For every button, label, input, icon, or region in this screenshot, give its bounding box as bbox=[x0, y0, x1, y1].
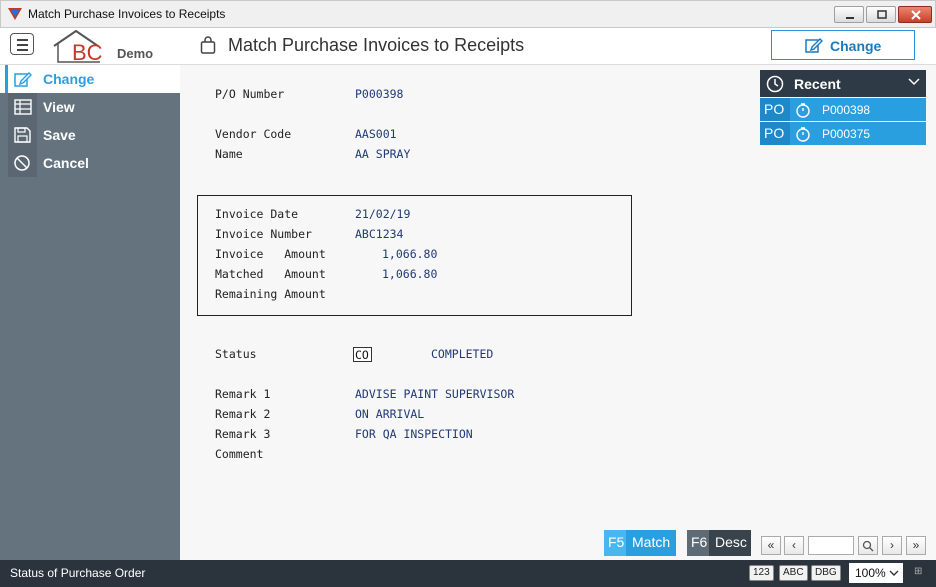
save-icon bbox=[14, 127, 31, 143]
window-titlebar: Match Purchase Invoices to Receipts bbox=[0, 0, 936, 28]
sidebar-item-label: Cancel bbox=[43, 155, 89, 171]
previous-record-button[interactable]: ‹ bbox=[784, 536, 804, 555]
sidebar-item-cancel[interactable]: Cancel bbox=[0, 149, 180, 177]
invoice-date-value[interactable]: 21/02/19 bbox=[355, 207, 410, 221]
invoice-number-value[interactable]: ABC1234 bbox=[355, 227, 403, 241]
matched-amount-label: Matched Amount bbox=[215, 267, 326, 281]
sidebar-item-save[interactable]: Save bbox=[0, 121, 180, 149]
recent-item[interactable]: PO P000398 bbox=[760, 98, 926, 121]
fkey-code: F6 bbox=[687, 530, 709, 556]
vendor-code-value[interactable]: AAS001 bbox=[355, 127, 397, 141]
change-button-label: Change bbox=[830, 38, 882, 54]
name-label: Name bbox=[215, 147, 243, 161]
double-chevron-right-icon: » bbox=[912, 538, 920, 552]
timer-icon bbox=[796, 127, 810, 142]
last-record-button[interactable]: » bbox=[906, 536, 926, 555]
minimize-icon bbox=[846, 17, 854, 19]
edit-icon bbox=[14, 72, 32, 87]
chevron-down-icon bbox=[908, 78, 920, 86]
fkey-label: Match bbox=[632, 534, 671, 550]
window-title: Match Purchase Invoices to Receipts bbox=[28, 7, 226, 21]
chevron-down-icon bbox=[889, 570, 899, 576]
house-logo-icon: BC bbox=[53, 29, 103, 65]
comment-label: Comment bbox=[215, 447, 264, 461]
change-button[interactable]: Change bbox=[771, 30, 915, 60]
f5-match-button[interactable]: F5 Match bbox=[604, 530, 676, 556]
clock-icon bbox=[766, 75, 784, 93]
timer-icon bbox=[796, 103, 810, 118]
remark2-label: Remark 2 bbox=[215, 407, 271, 421]
remark1-label: Remark 1 bbox=[215, 387, 271, 401]
invoice-date-label: Invoice Date bbox=[215, 207, 299, 221]
status-text: COMPLETED bbox=[431, 347, 494, 361]
recent-item-type: PO bbox=[760, 98, 790, 121]
remark2-value[interactable]: ON ARRIVAL bbox=[355, 407, 424, 421]
remark3-value[interactable]: FOR QA INSPECTION bbox=[355, 427, 473, 441]
next-record-button[interactable]: › bbox=[882, 536, 902, 555]
search-button[interactable] bbox=[858, 536, 878, 555]
edit-icon bbox=[805, 38, 823, 53]
zoom-value: 100% bbox=[855, 566, 886, 580]
cancel-icon bbox=[14, 155, 30, 171]
page-title: Match Purchase Invoices to Receipts bbox=[228, 35, 525, 55]
vendor-code-label: Vendor Code bbox=[215, 127, 292, 141]
recent-item-type: PO bbox=[760, 122, 790, 145]
f6-desc-button[interactable]: F6 Desc bbox=[687, 530, 751, 556]
sidebar-item-label: Change bbox=[43, 71, 95, 87]
logo-text: BC bbox=[72, 40, 103, 64]
minimize-button[interactable] bbox=[834, 6, 864, 23]
maximize-button[interactable] bbox=[866, 6, 896, 23]
recent-header[interactable]: Recent bbox=[760, 70, 926, 97]
double-chevron-left-icon: « bbox=[767, 538, 775, 552]
app-header: BC Demo Match Purchase Invoices to Recei… bbox=[0, 28, 936, 65]
alpha-mode-badge[interactable]: ABC bbox=[779, 565, 808, 581]
chevron-right-icon: › bbox=[890, 538, 894, 552]
search-icon bbox=[862, 540, 874, 552]
hamburger-menu-button[interactable] bbox=[10, 33, 34, 55]
invoice-number-label: Invoice Number bbox=[215, 227, 312, 241]
app-icon bbox=[8, 8, 22, 20]
status-bar: Status of Purchase Order 123 ABC DBG 100… bbox=[0, 560, 936, 587]
remaining-amount-label: Remaining Amount bbox=[215, 287, 326, 301]
sidebar: Change View Save Cancel bbox=[0, 65, 180, 560]
invoice-amount-value[interactable]: 1,066.80 bbox=[382, 247, 437, 261]
first-record-button[interactable]: « bbox=[761, 536, 781, 555]
remark3-label: Remark 3 bbox=[215, 427, 271, 441]
shopping-bag-icon bbox=[200, 36, 216, 54]
maximize-icon bbox=[877, 10, 887, 19]
sidebar-item-view[interactable]: View bbox=[0, 93, 180, 121]
status-label: Status bbox=[215, 347, 257, 361]
recent-panel: Recent PO P000398 PO P000375 bbox=[760, 70, 926, 145]
chevron-left-icon: ‹ bbox=[792, 538, 796, 552]
logo-suffix: Demo bbox=[117, 46, 154, 61]
recent-item[interactable]: PO P000375 bbox=[760, 122, 926, 145]
po-number-label: P/O Number bbox=[215, 87, 285, 101]
invoice-amount-label: Invoice Amount bbox=[215, 247, 326, 261]
sidebar-item-change[interactable]: Change bbox=[0, 65, 180, 93]
remark1-value[interactable]: ADVISE PAINT SUPERVISOR bbox=[355, 387, 514, 401]
table-icon bbox=[14, 99, 32, 115]
matched-amount-value[interactable]: 1,066.80 bbox=[382, 267, 437, 281]
resize-grip-icon[interactable]: ⊞ bbox=[914, 566, 922, 577]
fkey-code: F5 bbox=[604, 530, 626, 556]
recent-item-number: P000375 bbox=[822, 127, 871, 141]
name-value[interactable]: AA SPRAY bbox=[355, 147, 410, 161]
zoom-select[interactable]: 100% bbox=[849, 563, 903, 583]
fkey-label: Desc bbox=[715, 534, 747, 550]
sidebar-item-label: View bbox=[43, 99, 75, 115]
status-message: Status of Purchase Order bbox=[10, 566, 146, 580]
sidebar-item-label: Save bbox=[43, 127, 76, 143]
numeric-mode-badge[interactable]: 123 bbox=[749, 565, 774, 581]
debug-badge[interactable]: DBG bbox=[811, 565, 841, 581]
close-icon bbox=[911, 10, 921, 20]
recent-item-number: P000398 bbox=[822, 103, 871, 117]
close-button[interactable] bbox=[898, 6, 932, 23]
recent-title: Recent bbox=[794, 76, 841, 92]
po-number-value[interactable]: P000398 bbox=[355, 87, 403, 101]
record-search-input[interactable] bbox=[808, 536, 854, 555]
status-code-value: CO bbox=[355, 348, 369, 362]
